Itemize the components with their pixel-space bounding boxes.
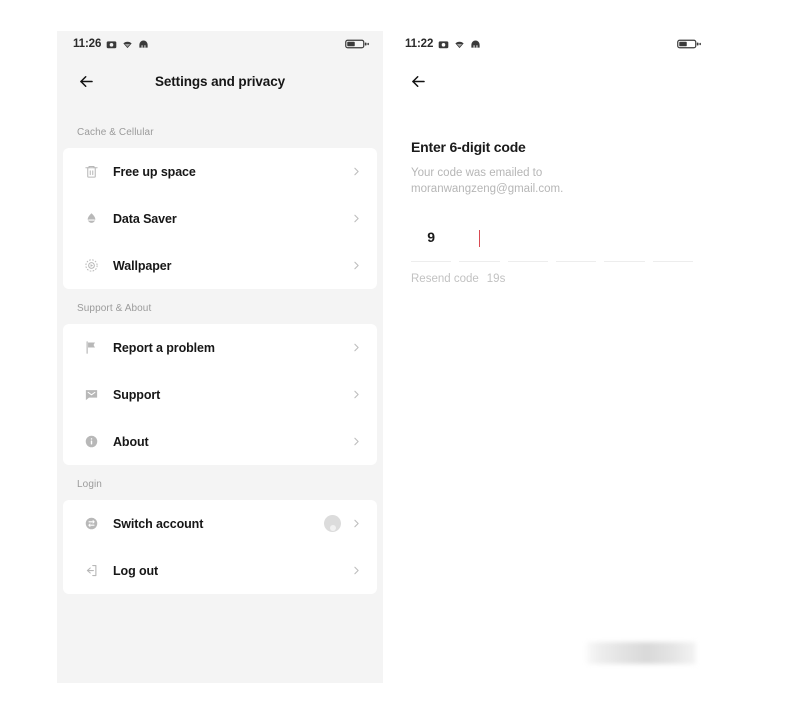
settings-card-support-about: Report a problem Support About xyxy=(63,324,377,465)
wifi-icon xyxy=(122,39,133,50)
code-cell-2[interactable] xyxy=(459,226,500,262)
chevron-right-icon xyxy=(350,517,363,530)
info-icon xyxy=(81,432,101,452)
back-arrow-icon[interactable] xyxy=(73,68,99,94)
code-input-group[interactable]: 9 xyxy=(411,226,693,262)
verification-navbar xyxy=(389,57,715,105)
settings-row-about[interactable]: About xyxy=(63,418,377,465)
verification-subtitle: Your code was emailed to moranwangzeng@g… xyxy=(411,167,564,196)
resend-code-button[interactable]: Resend code xyxy=(411,273,479,285)
chevron-right-icon xyxy=(350,259,363,272)
settings-row-label: Wallpaper xyxy=(113,258,172,273)
settings-row-label: Data Saver xyxy=(113,211,177,226)
camera-icon xyxy=(438,39,449,50)
chevron-right-icon xyxy=(350,388,363,401)
screenshot-root: 11:26 Settings and privacy Cache & Cellu… xyxy=(0,0,794,701)
status-bar-left-group: 11:26 xyxy=(73,38,149,50)
settings-row-label: Log out xyxy=(113,563,159,578)
droplet-icon xyxy=(81,209,101,229)
settings-row-label: Switch account xyxy=(113,516,204,531)
text-caret xyxy=(478,229,481,247)
settings-row-support[interactable]: Support xyxy=(63,371,377,418)
code-cell-6[interactable] xyxy=(652,226,693,262)
flag-icon xyxy=(81,338,101,358)
settings-row-label: Report a problem xyxy=(113,340,215,355)
verification-title: Enter 6-digit code xyxy=(411,139,526,155)
settings-row-data-saver[interactable]: Data Saver xyxy=(63,195,377,242)
camera-icon xyxy=(106,39,117,50)
chevron-right-icon xyxy=(350,341,363,354)
wallpaper-icon xyxy=(81,256,101,276)
settings-card-cache-cellular: Free up space Data Saver Wallpaper xyxy=(63,148,377,289)
status-bar-clock: 11:26 xyxy=(73,38,102,50)
verification-code-screen: 11:22 Enter 6-digit code Your code was e… xyxy=(389,31,715,683)
logout-icon xyxy=(81,561,101,581)
settings-row-label: Free up space xyxy=(113,164,196,179)
settings-row-report-a-problem[interactable]: Report a problem xyxy=(63,324,377,371)
code-digit: 9 xyxy=(427,228,436,245)
resend-row: Resend code 19s xyxy=(411,273,693,285)
status-bar-clock: 11:22 xyxy=(405,38,434,50)
status-bar-right: 11:22 xyxy=(389,31,715,57)
redacted-overlay xyxy=(586,642,696,664)
chevron-right-icon xyxy=(350,212,363,225)
switch-account-icon xyxy=(81,514,101,534)
settings-row-label: About xyxy=(113,434,149,449)
status-bar-left: 11:26 xyxy=(57,31,383,57)
chevron-right-icon xyxy=(350,435,363,448)
verification-content: Enter 6-digit code Your code was emailed… xyxy=(389,105,715,285)
settings-list: Cache & Cellular Free up space Data Save… xyxy=(57,105,383,594)
settings-card-login: Switch account Log out xyxy=(63,500,377,594)
section-header-support-about: Support & About xyxy=(57,289,383,324)
trash-icon xyxy=(81,162,101,182)
battery-charging-icon xyxy=(345,38,369,50)
section-header-login: Login xyxy=(57,465,383,500)
settings-row-free-up-space[interactable]: Free up space xyxy=(63,148,377,195)
settings-row-switch-account[interactable]: Switch account xyxy=(63,500,377,547)
code-cell-3[interactable] xyxy=(507,226,548,262)
battery-charging-icon xyxy=(677,38,701,50)
page-title: Settings and privacy xyxy=(154,73,286,89)
settings-navbar: Settings and privacy xyxy=(57,57,383,105)
user-avatar xyxy=(324,515,341,532)
chat-bubble-icon xyxy=(81,385,101,405)
settings-row-log-out[interactable]: Log out xyxy=(63,547,377,594)
code-cell-5[interactable] xyxy=(604,226,645,262)
signal-icon xyxy=(470,39,481,50)
settings-screen: 11:26 Settings and privacy Cache & Cellu… xyxy=(57,31,383,683)
back-arrow-icon[interactable] xyxy=(405,68,431,94)
resend-timer: 19s xyxy=(486,272,506,285)
wifi-icon xyxy=(454,39,465,50)
code-cell-4[interactable] xyxy=(555,226,597,262)
section-header-cache-cellular: Cache & Cellular xyxy=(57,113,383,148)
signal-icon xyxy=(138,39,149,50)
settings-row-label: Support xyxy=(113,387,161,402)
code-cell-1[interactable]: 9 xyxy=(411,226,452,262)
status-bar-left-group: 11:22 xyxy=(405,38,481,50)
settings-row-wallpaper[interactable]: Wallpaper xyxy=(63,242,377,289)
chevron-right-icon xyxy=(350,165,363,178)
chevron-right-icon xyxy=(350,564,363,577)
